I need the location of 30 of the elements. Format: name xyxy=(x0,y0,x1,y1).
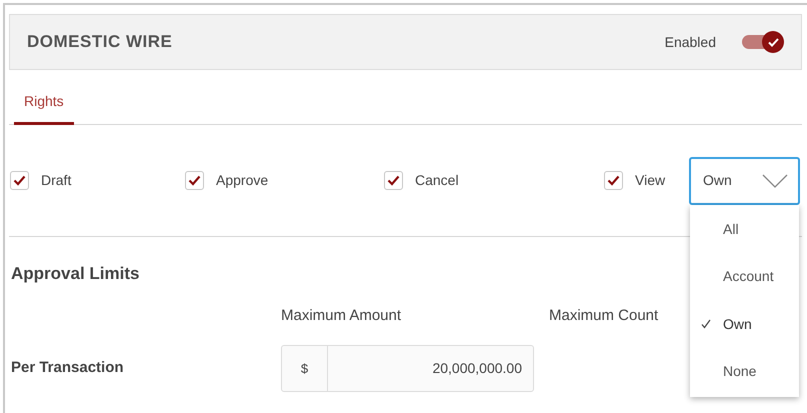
enabled-toggle[interactable] xyxy=(742,30,784,54)
tab[interactable]: Rights xyxy=(14,86,74,125)
checkbox[interactable] xyxy=(185,171,204,190)
column-header: Maximum Count xyxy=(549,306,658,326)
checkbox-label: Draft xyxy=(41,171,72,190)
checkbox-label: Approve xyxy=(216,171,268,190)
section-heading: Approval Limits xyxy=(11,263,140,285)
check-icon xyxy=(387,175,400,186)
check-icon xyxy=(607,175,620,186)
dropdown-option[interactable]: All xyxy=(723,218,739,240)
chevron-down-icon xyxy=(762,174,788,188)
checkbox[interactable] xyxy=(10,171,29,190)
check-icon xyxy=(188,175,201,186)
checkbox-label: Cancel xyxy=(415,171,459,190)
toggle-label: Enabled xyxy=(664,32,716,52)
row-label: Per Transaction xyxy=(11,358,124,378)
amount-field[interactable]: $ 20,000,000.00 xyxy=(281,345,534,392)
check-icon xyxy=(13,175,26,186)
dropdown-option[interactable]: None xyxy=(723,361,756,382)
checkbox[interactable] xyxy=(604,171,623,190)
column-header: Maximum Amount xyxy=(281,306,402,326)
check-icon xyxy=(768,38,778,46)
section-title: DOMESTIC WIRE xyxy=(27,31,174,54)
dropdown-option[interactable]: Account xyxy=(723,266,774,288)
currency-prefix: $ xyxy=(282,346,328,391)
checkbox-label: View xyxy=(635,171,666,190)
checkbox[interactable] xyxy=(384,171,403,190)
amount-value: 20,000,000.00 xyxy=(431,359,523,378)
view-scope-select[interactable]: Own xyxy=(689,156,800,204)
dropdown-option[interactable]: Own xyxy=(723,314,752,335)
